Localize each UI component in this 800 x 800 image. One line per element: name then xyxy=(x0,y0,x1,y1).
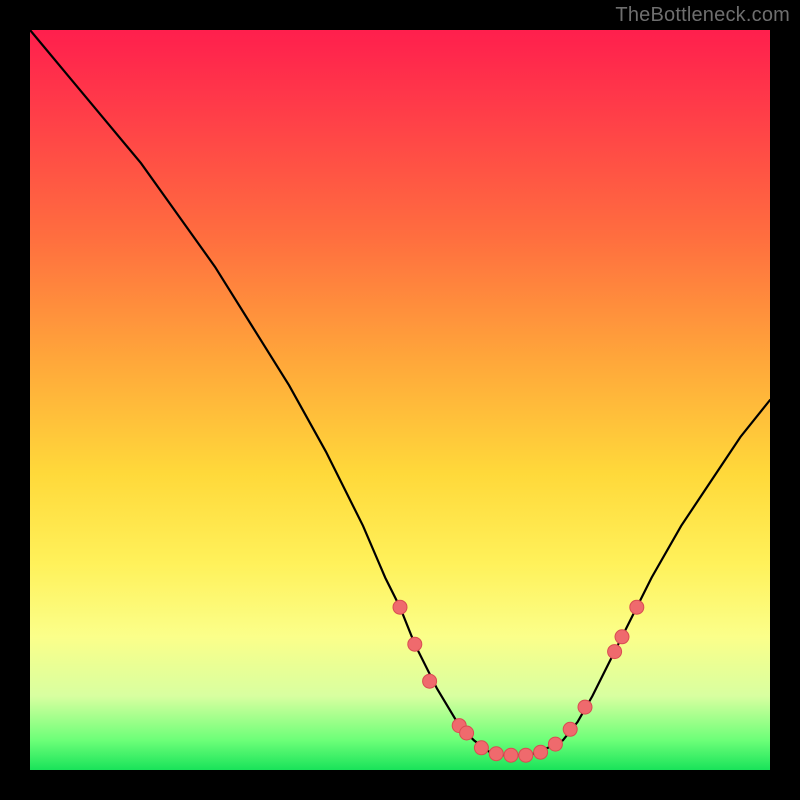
data-marker xyxy=(608,645,622,659)
data-marker xyxy=(460,726,474,740)
data-marker xyxy=(630,600,644,614)
marker-group xyxy=(393,600,644,762)
chart-stage: TheBottleneck.com xyxy=(0,0,800,800)
data-marker xyxy=(393,600,407,614)
data-marker xyxy=(563,722,577,736)
data-marker xyxy=(548,737,562,751)
data-marker xyxy=(534,745,548,759)
data-marker xyxy=(615,630,629,644)
bottleneck-curve xyxy=(30,30,770,755)
chart-svg xyxy=(30,30,770,770)
plot-area xyxy=(30,30,770,770)
data-marker xyxy=(489,747,503,761)
data-marker xyxy=(504,748,518,762)
watermark-text: TheBottleneck.com xyxy=(615,4,790,27)
data-marker xyxy=(578,700,592,714)
data-marker xyxy=(474,741,488,755)
data-marker xyxy=(408,637,422,651)
data-marker xyxy=(423,674,437,688)
data-marker xyxy=(519,748,533,762)
